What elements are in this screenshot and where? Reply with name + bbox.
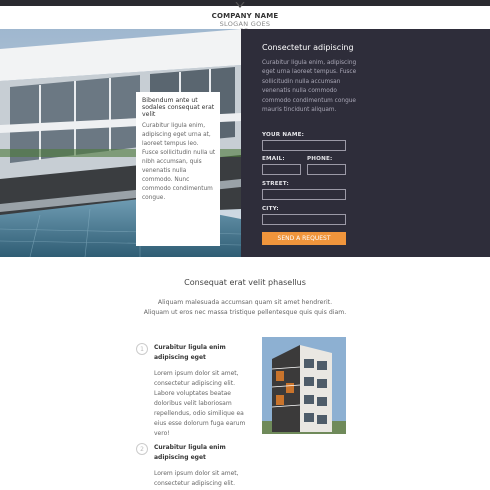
send-request-button[interactable]: SEND A REQUEST: [262, 232, 346, 245]
feature-number-2: 2: [136, 443, 148, 455]
hero-section: Bibendum ante ut sodales consequat erat …: [0, 29, 490, 257]
caption-title: Bibendum ante ut sodales consequat erat …: [142, 97, 215, 118]
email-label: EMAIL:: [262, 156, 285, 162]
form-title: Consectetur adipiscing: [262, 43, 354, 52]
company-name: COMPANY NAME: [211, 12, 279, 20]
hero-caption-card: Bibendum ante ut sodales consequat erat …: [136, 92, 220, 246]
street-field[interactable]: [262, 189, 346, 200]
request-form-panel: Consectetur adipiscing Curabitur ligula …: [241, 29, 490, 257]
city-label: CITY:: [262, 206, 279, 212]
form-description: Curabitur ligula enim, adipiscing eget u…: [262, 60, 357, 114]
logo-diamond-icon: [235, 2, 245, 8]
section-subtitle-line-1: Aliquam malesuada accumsan quam sit amet…: [157, 299, 333, 306]
feature-title-2: Curabitur ligula enim adipiscing eget: [154, 444, 226, 461]
section-title: Consequat erat velit phasellus: [184, 278, 306, 287]
building-illustration: [262, 337, 346, 434]
section-subtitle: Aliquam malesuada accumsan quam sit amet…: [0, 298, 490, 318]
feature-text-1: Lorem ipsum dolor sit amet, consectetur …: [154, 370, 246, 437]
name-label: YOUR NAME:: [262, 132, 305, 138]
section-subtitle-line-2: Aliquam ut eros nec massa tristique pell…: [143, 309, 347, 316]
hero-house-image: Bibendum ante ut sodales consequat erat …: [0, 29, 241, 257]
caption-text: Curabitur ligula enim, adipiscing eget u…: [142, 123, 216, 201]
feature-title-1: Curabitur ligula enim adipiscing eget: [154, 344, 226, 361]
feature-text-2: Lorem ipsum dolor sit amet, consectetur …: [154, 470, 239, 487]
phone-field[interactable]: [307, 164, 346, 175]
city-field[interactable]: [262, 214, 346, 225]
building-image: [262, 337, 346, 434]
street-label: STREET:: [262, 181, 289, 187]
company-slogan: SLOGAN GOES: [219, 20, 271, 28]
feature-number-1: 1: [136, 343, 148, 355]
brand: COMPANY NAME SLOGAN GOES RE: [0, 12, 490, 35]
name-field[interactable]: [262, 140, 346, 151]
email-field[interactable]: [262, 164, 301, 175]
phone-label: PHONE:: [307, 156, 333, 162]
